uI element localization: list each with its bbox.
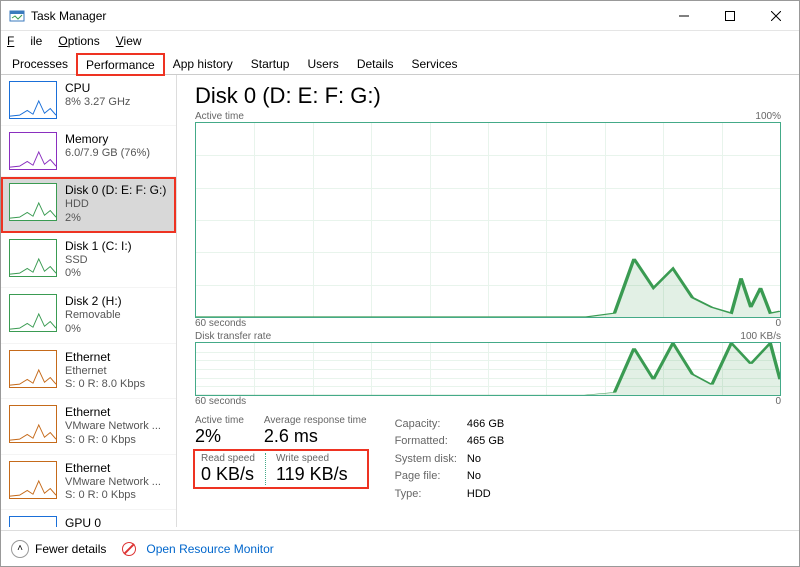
close-button[interactable] [753, 1, 799, 31]
thumb-chart [9, 81, 57, 119]
thumb-chart [9, 350, 57, 388]
sb-sub1: VMware Network ... [65, 420, 161, 434]
tab-startup[interactable]: Startup [242, 53, 299, 74]
disk-info-table: Capacity:466 GB Formatted:465 GB System … [393, 415, 507, 504]
chevron-up-icon: ˄ [11, 540, 29, 558]
chart2-axis-r: 0 [775, 396, 781, 407]
active-time-chart [195, 122, 781, 318]
thumb-chart [9, 294, 57, 332]
perf-sidebar: CPU8% 3.27 GHzMemory6.0/7.9 GB (76%)Disk… [1, 75, 177, 527]
menubar: File Options View [1, 31, 799, 51]
sb-name: GPU 0 [65, 516, 101, 527]
read-write-box: Read speed 0 KB/s Write speed 119 KB/s [195, 451, 367, 487]
sb-sub1: 6.0/7.9 GB (76%) [65, 147, 150, 161]
sidebar-item-cpu[interactable]: CPU8% 3.27 GHz [1, 75, 176, 126]
thumb-chart [9, 461, 57, 499]
stat-write-speed: Write speed 119 KB/s [276, 453, 348, 485]
sb-sub2: S: 0 R: 0 Kbps [65, 489, 161, 503]
sb-name: Disk 1 (C: I:) [65, 239, 132, 254]
sb-sub1: Removable [65, 309, 122, 323]
sb-sub1: Ethernet [65, 365, 145, 379]
sb-name: CPU [65, 81, 130, 96]
sidebar-item-ethernet[interactable]: EthernetVMware Network ...S: 0 R: 0 Kbps [1, 399, 176, 455]
fewer-details-button[interactable]: ˄ Fewer details [11, 540, 106, 558]
sidebar-item-disk[interactable]: Disk 1 (C: I:)SSD0% [1, 233, 176, 289]
sidebar-item-memory[interactable]: Memory6.0/7.9 GB (76%) [1, 126, 176, 177]
sb-name: Memory [65, 132, 150, 147]
thumb-chart [9, 183, 57, 221]
sb-sub1: HDD [65, 198, 166, 212]
sb-sub1: VMware Network ... [65, 476, 161, 490]
sb-sub1: SSD [65, 254, 132, 268]
thumb-chart [9, 132, 57, 170]
window-title: Task Manager [31, 9, 661, 23]
tab-processes[interactable]: Processes [3, 53, 77, 74]
menu-file[interactable]: File [7, 34, 42, 48]
thumb-chart [9, 516, 57, 527]
sb-name: Ethernet [65, 405, 161, 420]
chart1-axis-l: 60 seconds [195, 318, 246, 329]
stat-read-speed: Read speed 0 KB/s [201, 453, 255, 485]
chart1-label: Active time [195, 111, 244, 122]
sb-sub2: S: 0 R: 8.0 Kbps [65, 378, 145, 392]
titlebar: Task Manager [1, 1, 799, 31]
sb-sub2: 0% [65, 267, 132, 281]
menu-options[interactable]: Options [58, 34, 99, 48]
sb-sub2: 0% [65, 323, 122, 337]
sidebar-item-gpu[interactable]: GPU 0 [1, 510, 176, 527]
footer: ˄ Fewer details Open Resource Monitor [1, 530, 799, 566]
detail-pane: Disk 0 (D: E: F: G:) Active time 100% 60… [177, 75, 799, 527]
sb-name: Ethernet [65, 350, 145, 365]
chart1-max: 100% [755, 111, 781, 122]
thumb-chart [9, 239, 57, 277]
stat-active-time: Active time 2% [195, 415, 244, 447]
stat-avg-response: Average response time 2.6 ms [264, 415, 367, 447]
chart1-axis-r: 0 [775, 318, 781, 329]
minimize-button[interactable] [661, 1, 707, 31]
sidebar-item-disk[interactable]: Disk 2 (H:)Removable0% [1, 288, 176, 344]
detail-title: Disk 0 (D: E: F: G:) [195, 83, 781, 109]
transfer-rate-chart [195, 342, 781, 396]
tab-users[interactable]: Users [298, 53, 347, 74]
menu-view[interactable]: View [116, 34, 142, 48]
tab-performance[interactable]: Performance [77, 54, 164, 75]
tab-bar: ProcessesPerformanceApp historyStartupUs… [1, 51, 799, 75]
tab-services[interactable]: Services [403, 53, 467, 74]
resource-monitor-icon [122, 542, 136, 556]
open-resource-monitor-link[interactable]: Open Resource Monitor [146, 542, 273, 556]
tab-details[interactable]: Details [348, 53, 403, 74]
sb-name: Ethernet [65, 461, 161, 476]
sb-name: Disk 0 (D: E: F: G:) [65, 183, 166, 198]
sidebar-item-disk[interactable]: Disk 0 (D: E: F: G:)HDD2% [1, 177, 176, 233]
chart2-axis-l: 60 seconds [195, 396, 246, 407]
chart2-label: Disk transfer rate [195, 331, 271, 342]
tab-app-history[interactable]: App history [164, 53, 242, 74]
sb-name: Disk 2 (H:) [65, 294, 122, 309]
sb-sub2: 2% [65, 212, 166, 226]
thumb-chart [9, 405, 57, 443]
sidebar-item-ethernet[interactable]: EthernetEthernetS: 0 R: 8.0 Kbps [1, 344, 176, 400]
maximize-button[interactable] [707, 1, 753, 31]
sidebar-item-ethernet[interactable]: EthernetVMware Network ...S: 0 R: 0 Kbps [1, 455, 176, 511]
sb-sub1: 8% 3.27 GHz [65, 96, 130, 110]
taskmgr-icon [9, 8, 25, 24]
sb-sub2: S: 0 R: 0 Kbps [65, 434, 161, 448]
chart2-max: 100 KB/s [740, 331, 781, 342]
